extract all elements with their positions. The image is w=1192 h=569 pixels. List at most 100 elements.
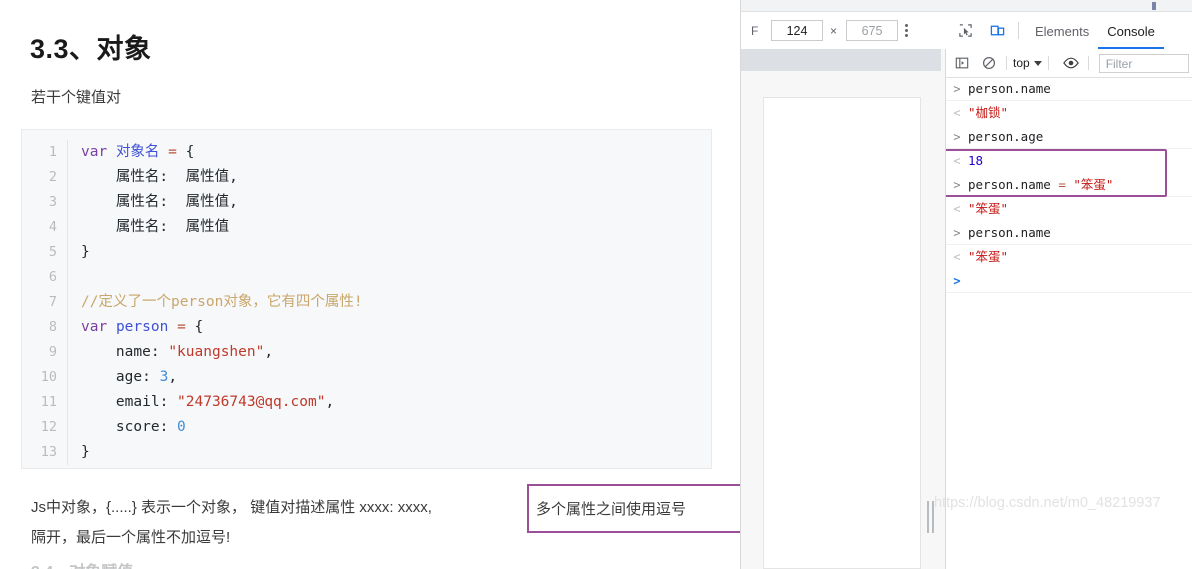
console-message-text: person.name (968, 223, 1051, 243)
code-token: var (81, 319, 108, 335)
code-token: //定义了一个person对象，它有四个属性! (81, 294, 363, 310)
code-line-number: 10 (22, 365, 68, 390)
device-preset-label[interactable]: F (751, 24, 769, 38)
device-width-input[interactable]: 124 (771, 20, 823, 41)
code-line-number: 7 (22, 290, 68, 315)
code-line: 3 属性名: 属性值, (22, 190, 711, 215)
console-message-output: < "枷锁" (946, 101, 1192, 125)
devtools-pane: F 124 × 675 Elements Console top Filter … (740, 0, 1192, 569)
kebab-menu-icon[interactable] (905, 24, 909, 37)
code-line: 1 var 对象名 = { (22, 140, 711, 165)
console-message-text: person.name (968, 79, 1051, 99)
console-sidebar-icon[interactable] (951, 52, 973, 74)
code-token: 属性名: 属性值, (81, 194, 238, 210)
console-toolbar-divider-3 (1087, 56, 1089, 70)
console-input-arrow-icon: > (953, 130, 961, 144)
console-message-input: > person.name (946, 221, 1192, 245)
code-line: 10 age: 3, (22, 365, 711, 390)
console-message-text: person.name = "笨蛋" (968, 175, 1113, 195)
viewport-top-bar (741, 49, 941, 71)
code-line: 12 score: 0 (22, 415, 711, 440)
code-token: , (264, 344, 274, 360)
annotation-highlight-text: 多个属性之间使用逗号 (536, 501, 687, 518)
code-token: person (115, 319, 169, 335)
code-line-text: //定义了一个person对象，它有四个属性! (81, 290, 363, 315)
console-token: 18 (968, 153, 984, 168)
code-token: name: (81, 344, 169, 360)
code-token: { (176, 144, 195, 160)
code-line-text: var person = { (81, 315, 203, 340)
code-token: = (168, 144, 177, 160)
device-height-input[interactable]: 675 (846, 20, 899, 41)
console-filter-input[interactable]: Filter (1098, 53, 1189, 73)
console-output-arrow-icon: < (953, 202, 961, 216)
device-emulation-toolbar: F 124 × 675 (741, 12, 946, 50)
code-token: age: (81, 369, 160, 385)
live-expression-eye-icon[interactable] (1060, 52, 1082, 74)
paragraph-line-1: Js中对象，{.....} 表示一个对象， 键值对描述属性 xxxx: xxxx… (31, 499, 432, 516)
code-line-text: email: "24736743@qq.com", (81, 390, 334, 415)
code-line-text: 属性名: 属性值 (81, 215, 229, 240)
next-section-title: 3.4、对象赋值 (31, 558, 133, 569)
console-input-arrow-icon: > (953, 82, 961, 96)
console-token: "枷锁" (968, 105, 1009, 120)
console-token: person.name (968, 177, 1059, 192)
tab-elements[interactable]: Elements (1026, 13, 1098, 49)
page-title: 3.3、对象 (30, 34, 152, 64)
console-context-label: top (1013, 56, 1030, 70)
console-token: = (1058, 177, 1066, 192)
inspect-element-icon[interactable] (952, 18, 978, 44)
code-line-text: } (81, 440, 90, 465)
code-line-text: 属性名: 属性值, (81, 165, 238, 190)
code-token: 属性名: 属性值, (81, 169, 238, 185)
clear-console-icon[interactable] (978, 52, 1000, 74)
dimension-separator: × (830, 23, 838, 38)
code-line: 9 name: "kuangshen", (22, 340, 711, 365)
code-line: 7 //定义了一个person对象，它有四个属性! (22, 290, 711, 315)
console-message-text: person.age (968, 127, 1043, 147)
code-line-text: name: "kuangshen", (81, 340, 273, 365)
device-toolbar-icon[interactable] (984, 18, 1010, 44)
code-token: email: (81, 394, 178, 410)
code-token: 0 (177, 419, 186, 435)
console-context-selector[interactable]: top (1013, 56, 1042, 70)
code-line-text: 属性名: 属性值, (81, 190, 238, 215)
console-output-arrow-icon: < (953, 250, 961, 264)
console-message-output: <18 (946, 149, 1192, 173)
console-message-text: "笨蛋" (968, 247, 1008, 267)
console-message-input: > person.name (946, 77, 1192, 101)
code-token: = (177, 319, 186, 335)
code-lines-container: 1 var 对象名 = {2 属性名: 属性值, 3 属性名: 属性值, 4 属性名:… (22, 130, 711, 465)
code-line-number: 6 (22, 265, 68, 290)
code-line-number: 12 (22, 415, 68, 440)
code-line-text: score: 0 (81, 415, 186, 440)
console-output-arrow-icon: < (953, 154, 961, 168)
code-token: , (168, 369, 178, 385)
code-line-text: var 对象名 = { (81, 140, 194, 165)
console-token: "笨蛋" (968, 201, 1009, 216)
console-token: "笨蛋" (1073, 177, 1114, 192)
console-output-arrow-icon: < (953, 106, 961, 120)
console-message-input: > person.name = "笨蛋" (946, 173, 1192, 197)
console-message-input: > person.age (946, 125, 1192, 149)
code-line: 13} (22, 440, 711, 465)
tab-console[interactable]: Console (1098, 13, 1164, 49)
viewport-page-content (763, 97, 921, 569)
code-block: 1 var 对象名 = {2 属性名: 属性值, 3 属性名: 属性值, 4 属性名:… (21, 129, 712, 469)
console-token: person.age (968, 129, 1044, 144)
console-token: person.name (968, 225, 1051, 240)
console-panel: top Filter > person.name < "枷锁" > person.age <… (946, 49, 1192, 569)
console-message-text: "枷锁" (968, 103, 1008, 123)
code-line-number: 13 (22, 440, 68, 465)
console-message-prompt[interactable]: > (946, 269, 1192, 293)
code-line-number: 2 (22, 165, 68, 190)
code-line-text: } (81, 240, 90, 265)
console-input-arrow-icon: > (953, 226, 961, 240)
code-line-number: 3 (22, 190, 68, 215)
console-toolbar-divider-2 (1047, 56, 1049, 70)
device-viewport-preview[interactable] (741, 49, 946, 569)
console-message-output: < "笨蛋" (946, 197, 1192, 221)
